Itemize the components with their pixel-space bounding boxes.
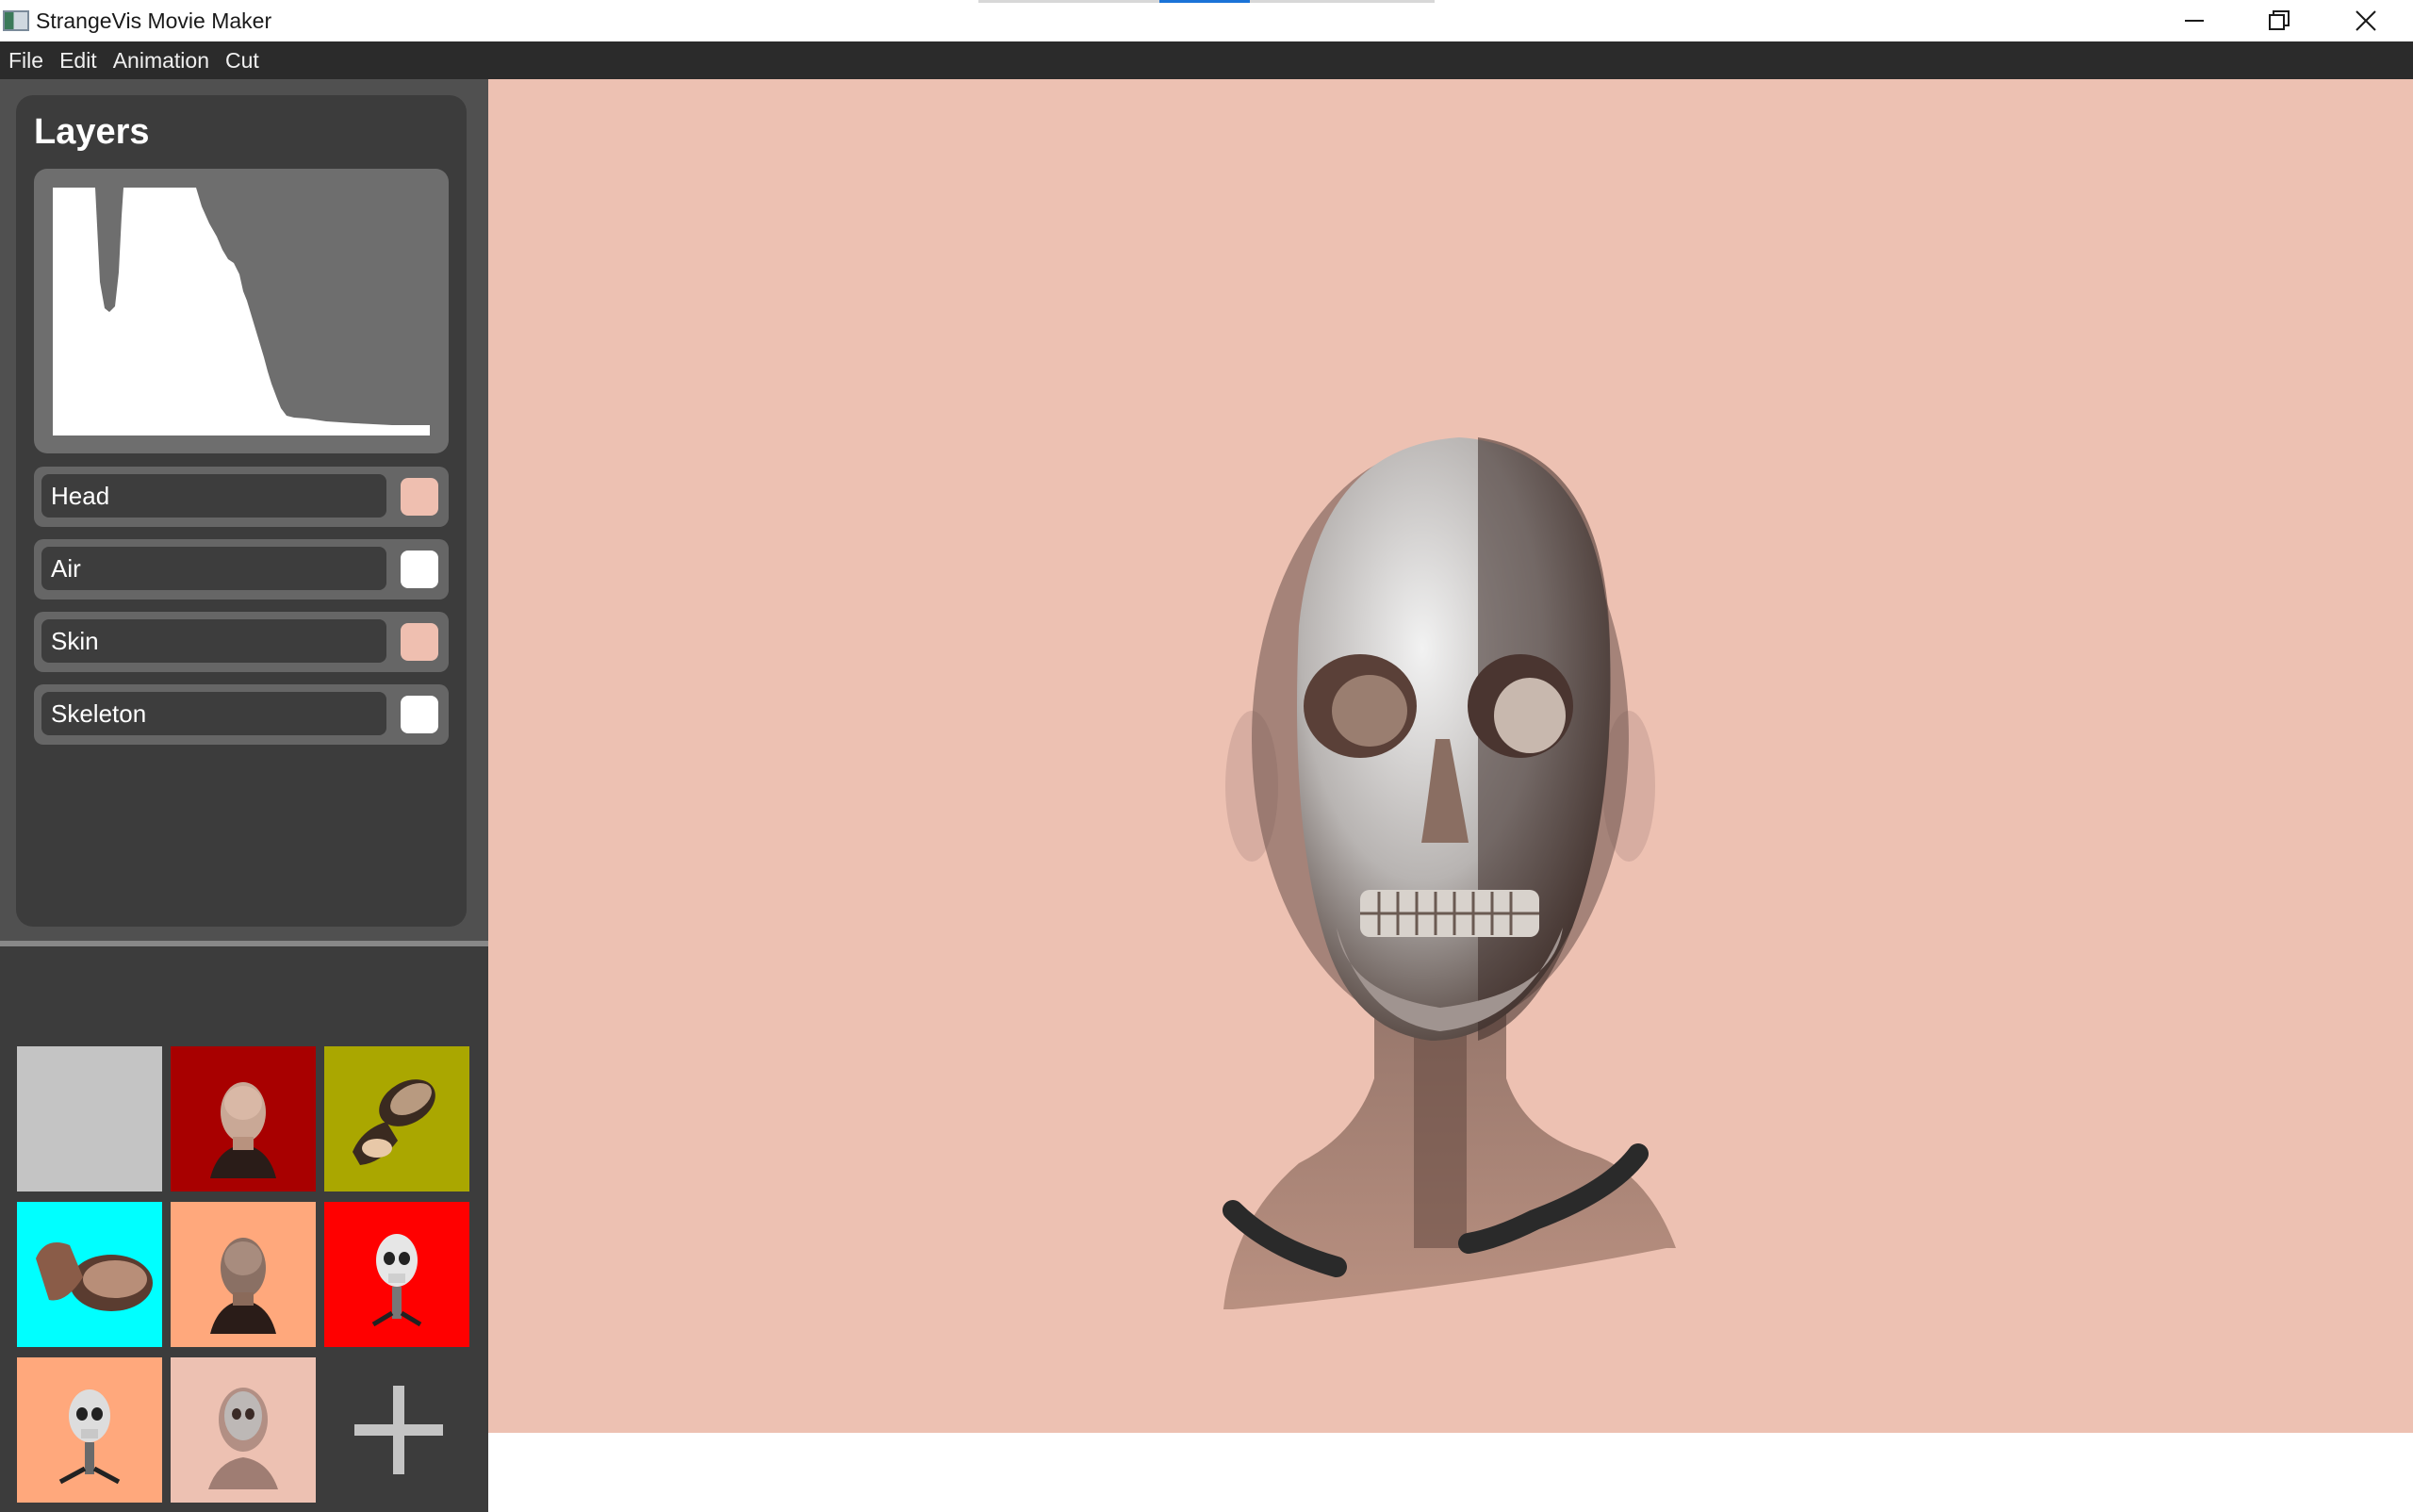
layer-color-swatch-skin[interactable]	[401, 623, 438, 661]
preset-thumbnail-skull-translucent[interactable]	[171, 1357, 316, 1503]
layer-name-skin[interactable]: Skin	[41, 619, 386, 663]
preset-thumbnail-head-peach[interactable]	[171, 1202, 316, 1347]
skull-translucent-thumbnail-icon	[208, 1388, 278, 1489]
layer-row-air[interactable]: Air	[34, 539, 449, 600]
layer-name-head[interactable]: Head	[41, 474, 386, 518]
preset-gallery	[0, 946, 488, 1512]
volume-render	[1223, 437, 1676, 1309]
minimize-button[interactable]	[2153, 0, 2236, 41]
layers-title: Layers	[34, 112, 150, 152]
add-preset-button[interactable]	[326, 1357, 471, 1503]
menu-edit[interactable]: Edit	[51, 48, 105, 74]
preset-thumbnail-skull-peach[interactable]	[17, 1357, 162, 1503]
minimize-icon	[2185, 20, 2204, 22]
histogram[interactable]	[34, 169, 449, 453]
preset-thumbnail-head-olive[interactable]	[324, 1046, 469, 1192]
menu-cut[interactable]: Cut	[217, 48, 267, 74]
plus-icon	[354, 1386, 443, 1474]
render-viewport[interactable]	[488, 79, 2413, 1433]
preset-thumbnail-skull-red[interactable]	[324, 1202, 469, 1347]
skull-thumbnail-icon	[58, 1389, 121, 1485]
restore-button[interactable]	[2238, 0, 2321, 41]
app-icon	[3, 10, 29, 31]
layer-color-swatch-skeleton[interactable]	[401, 696, 438, 733]
menu-bar: File Edit Animation Cut	[0, 41, 2413, 79]
title-progress-strip	[978, 0, 1435, 3]
title-bar: StrangeVis Movie Maker	[0, 0, 2413, 41]
layer-color-swatch-air[interactable]	[401, 551, 438, 588]
head-tilted-thumbnail-icon	[353, 1079, 435, 1165]
head-thumbnail-icon	[210, 1238, 276, 1334]
preset-thumbnail-head-cyan[interactable]	[17, 1202, 162, 1347]
skull-thumbnail-icon	[371, 1234, 422, 1327]
preset-thumbnail-empty[interactable]	[17, 1046, 162, 1192]
close-button[interactable]	[2324, 0, 2407, 41]
menu-file[interactable]: File	[0, 48, 51, 74]
histogram-plot	[53, 188, 430, 436]
head-thumbnail-icon	[210, 1082, 276, 1178]
layer-row-skin[interactable]: Skin	[34, 612, 449, 672]
layer-name-skeleton[interactable]: Skeleton	[41, 692, 386, 735]
restore-icon	[2269, 10, 2290, 30]
layer-color-swatch-head[interactable]	[401, 478, 438, 516]
menu-animation[interactable]: Animation	[105, 48, 217, 74]
close-icon	[2356, 10, 2376, 31]
preset-thumbnail-head-red[interactable]	[171, 1046, 316, 1192]
layer-name-air[interactable]: Air	[41, 547, 386, 590]
layer-row-skeleton[interactable]: Skeleton	[34, 684, 449, 745]
layers-panel: Layers Head Air Skin Skeleton	[16, 95, 467, 927]
layer-row-head[interactable]: Head	[34, 467, 449, 527]
left-sidebar: Layers Head Air Skin Skeleton	[0, 79, 488, 1512]
head-sideways-thumbnail-icon	[36, 1242, 153, 1311]
window-title: StrangeVis Movie Maker	[36, 8, 272, 33]
